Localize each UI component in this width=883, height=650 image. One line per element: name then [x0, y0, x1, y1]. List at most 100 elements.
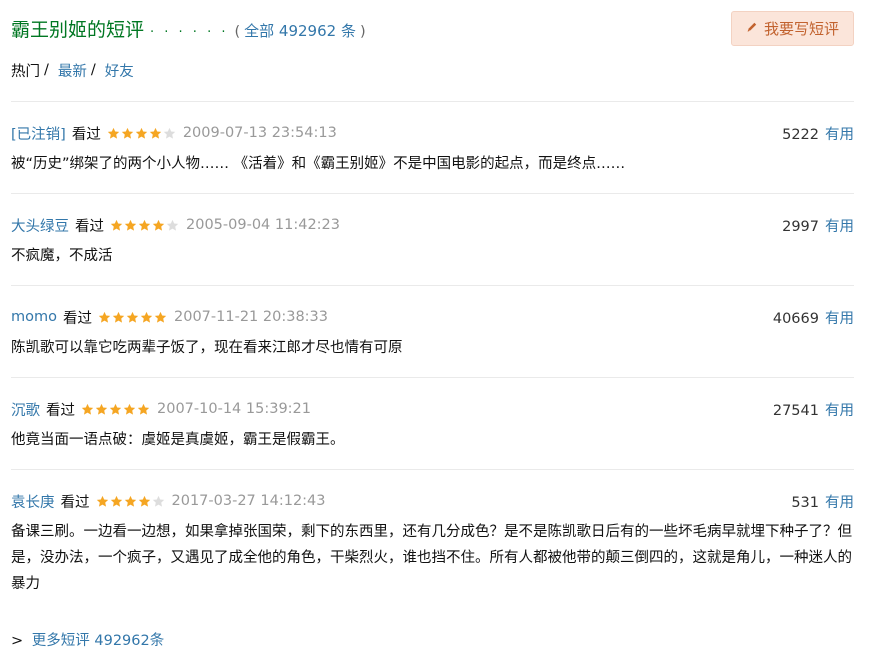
star-filled-icon	[138, 219, 152, 232]
comment-meta: 袁长庚 看过 2017-03-27 14:12:43 531 有用	[11, 491, 854, 511]
useful-button[interactable]: 有用	[825, 403, 854, 419]
vote-count: 531	[791, 494, 819, 511]
comment-info: 沉歌 看过 2007-10-14 15:39:21	[11, 399, 311, 420]
rating-stars	[81, 403, 151, 416]
star-filled-icon	[112, 311, 126, 324]
tab-1[interactable]: 最新	[58, 60, 87, 81]
watch-status: 看过	[46, 402, 75, 419]
star-filled-icon	[135, 127, 149, 140]
star-filled-icon	[121, 127, 135, 140]
comment-meta: momo 看过 2007-11-21 20:38:33 40669 有用	[11, 307, 854, 327]
comment-time: 2017-03-27 14:12:43	[171, 493, 326, 509]
comment-time: 2007-11-21 20:38:33	[174, 309, 328, 325]
comment-username-link[interactable]: 沉歌	[11, 399, 40, 420]
comment-content: 陈凯歌可以靠它吃两辈子饭了，现在看来江郎才尽也情有可原	[11, 340, 403, 356]
star-filled-icon	[140, 311, 154, 324]
star-filled-icon	[81, 403, 95, 416]
comment-time: 2007-10-14 15:39:21	[157, 401, 311, 417]
comment-meta: [已注销] 看过 2009-07-13 23:54:13 5222 有用	[11, 123, 854, 143]
comment-time: 2009-07-13 23:54:13	[182, 125, 337, 141]
star-filled-icon	[124, 219, 138, 232]
vote-count: 5222	[782, 126, 819, 143]
comment-content: 不疯魔，不成活	[11, 248, 113, 264]
rating-stars	[98, 311, 168, 324]
star-filled-icon	[96, 495, 110, 508]
tab-0: 热门	[11, 63, 40, 80]
section-header: 霸王别姬的短评 · · · · · · ( 全部 492962 条 ) 我要写短…	[11, 0, 854, 56]
watch-status: 看过	[60, 494, 90, 511]
rating-stars	[110, 219, 180, 232]
rating-stars	[107, 127, 177, 140]
comment-item: [已注销] 看过 2009-07-13 23:54:13 5222 有用被“历史”绑架了…	[11, 102, 854, 194]
vote-area: 5222 有用	[782, 123, 854, 144]
star-filled-icon	[110, 495, 124, 508]
star-filled-icon	[123, 403, 137, 416]
write-comment-label: 我要写短评	[763, 19, 839, 38]
tab-2[interactable]: 好友	[105, 60, 134, 81]
star-filled-icon	[107, 127, 121, 140]
comment-item: momo 看过 2007-11-21 20:38:33 40669 有用陈凯歌可以靠它吃…	[11, 286, 854, 378]
section-title: 霸王别姬的短评	[11, 18, 145, 41]
more-comments: > 更多短评 492962条	[11, 629, 854, 650]
comment-meta: 大头绿豆 看过 2005-09-04 11:42:23 2997 有用	[11, 215, 854, 235]
comment-content: 备课三刷。一边看一边想，如果拿掉张国荣，剩下的东西里，还有几分成色？是不是陈凯歌…	[11, 524, 852, 592]
comment-item: 大头绿豆 看过 2005-09-04 11:42:23 2997 有用不疯魔，不成活	[11, 194, 854, 286]
comment-time: 2005-09-04 11:42:23	[186, 217, 340, 233]
short-comments-section: 霸王别姬的短评 · · · · · · ( 全部 492962 条 ) 我要写短…	[0, 0, 883, 650]
watch-status: 看过	[71, 126, 101, 143]
total-count-link[interactable]: 全部 492962 条	[244, 20, 356, 41]
more-arrow: >	[11, 633, 24, 649]
write-comment-button[interactable]: 我要写短评	[730, 10, 854, 46]
vote-area: 40669 有用	[773, 307, 854, 328]
comment-content: 被“历史”绑架了的两个小人物…… 《活着》和《霸王别姬》不是中国电影的起点，而是…	[11, 156, 626, 172]
star-filled-icon	[95, 403, 109, 416]
star-filled-icon	[109, 403, 123, 416]
comment-item: 袁长庚 看过 2017-03-27 14:12:43 531 有用备课三刷。一边看一边想…	[11, 470, 854, 613]
comment-username-link[interactable]: 袁长庚	[11, 491, 55, 512]
comment-info: 袁长庚 看过 2017-03-27 14:12:43	[11, 491, 326, 512]
star-filled-icon	[110, 219, 124, 232]
vote-count: 40669	[772, 310, 819, 327]
star-empty-icon	[152, 495, 166, 508]
tab-separator: /	[44, 62, 49, 78]
rating-stars	[96, 495, 166, 508]
comment-item: 沉歌 看过 2007-10-14 15:39:21 27541 有用他竟当面一语点破：虞…	[11, 378, 854, 470]
comment-content: 他竟当面一语点破：虞姬是真虞姬，霸王是假霸王。	[11, 432, 345, 448]
comment-info: 大头绿豆 看过 2005-09-04 11:42:23	[11, 215, 340, 236]
star-filled-icon	[154, 311, 168, 324]
useful-button[interactable]: 有用	[825, 311, 854, 327]
star-filled-icon	[98, 311, 112, 324]
star-empty-icon	[166, 219, 180, 232]
comment-info: [已注销] 看过 2009-07-13 23:54:13	[11, 123, 337, 144]
tab-separator: /	[90, 62, 96, 78]
comment-list: [已注销] 看过 2009-07-13 23:54:13 5222 有用 被“历史”绑架了…	[11, 101, 854, 613]
title-dots: · · · · · ·	[150, 24, 229, 40]
star-filled-icon	[149, 127, 163, 140]
watch-status: 看过	[75, 218, 104, 235]
vote-count: 27541	[772, 402, 819, 419]
comment-username-link[interactable]: momo	[11, 309, 57, 325]
star-filled-icon	[152, 219, 166, 232]
star-filled-icon	[126, 311, 140, 324]
more-comments-link[interactable]: 更多短评 492962条	[32, 633, 164, 649]
vote-area: 2997 有用	[782, 215, 854, 236]
star-empty-icon	[163, 127, 177, 140]
comment-username-link[interactable]: [已注销]	[11, 123, 66, 144]
star-filled-icon	[138, 495, 152, 508]
useful-button[interactable]: 有用	[825, 495, 854, 511]
pencil-icon	[746, 19, 758, 37]
count-close-paren: )	[359, 23, 366, 40]
watch-status: 看过	[63, 310, 92, 327]
sort-tabs: 热门/最新/好友/	[11, 56, 854, 84]
count-open-paren: (	[234, 23, 241, 40]
star-filled-icon	[124, 495, 138, 508]
comment-meta: 沉歌 看过 2007-10-14 15:39:21 27541 有用	[11, 399, 854, 419]
vote-area: 27541 有用	[773, 399, 854, 420]
comment-info: momo 看过 2007-11-21 20:38:33	[11, 307, 328, 328]
useful-button[interactable]: 有用	[825, 219, 854, 235]
title-line: 霸王别姬的短评 · · · · · · ( 全部 492962 条 )	[11, 15, 366, 42]
comment-username-link[interactable]: 大头绿豆	[11, 215, 69, 236]
vote-area: 531 有用	[791, 491, 854, 512]
vote-count: 2997	[782, 218, 819, 235]
useful-button[interactable]: 有用	[825, 127, 854, 143]
